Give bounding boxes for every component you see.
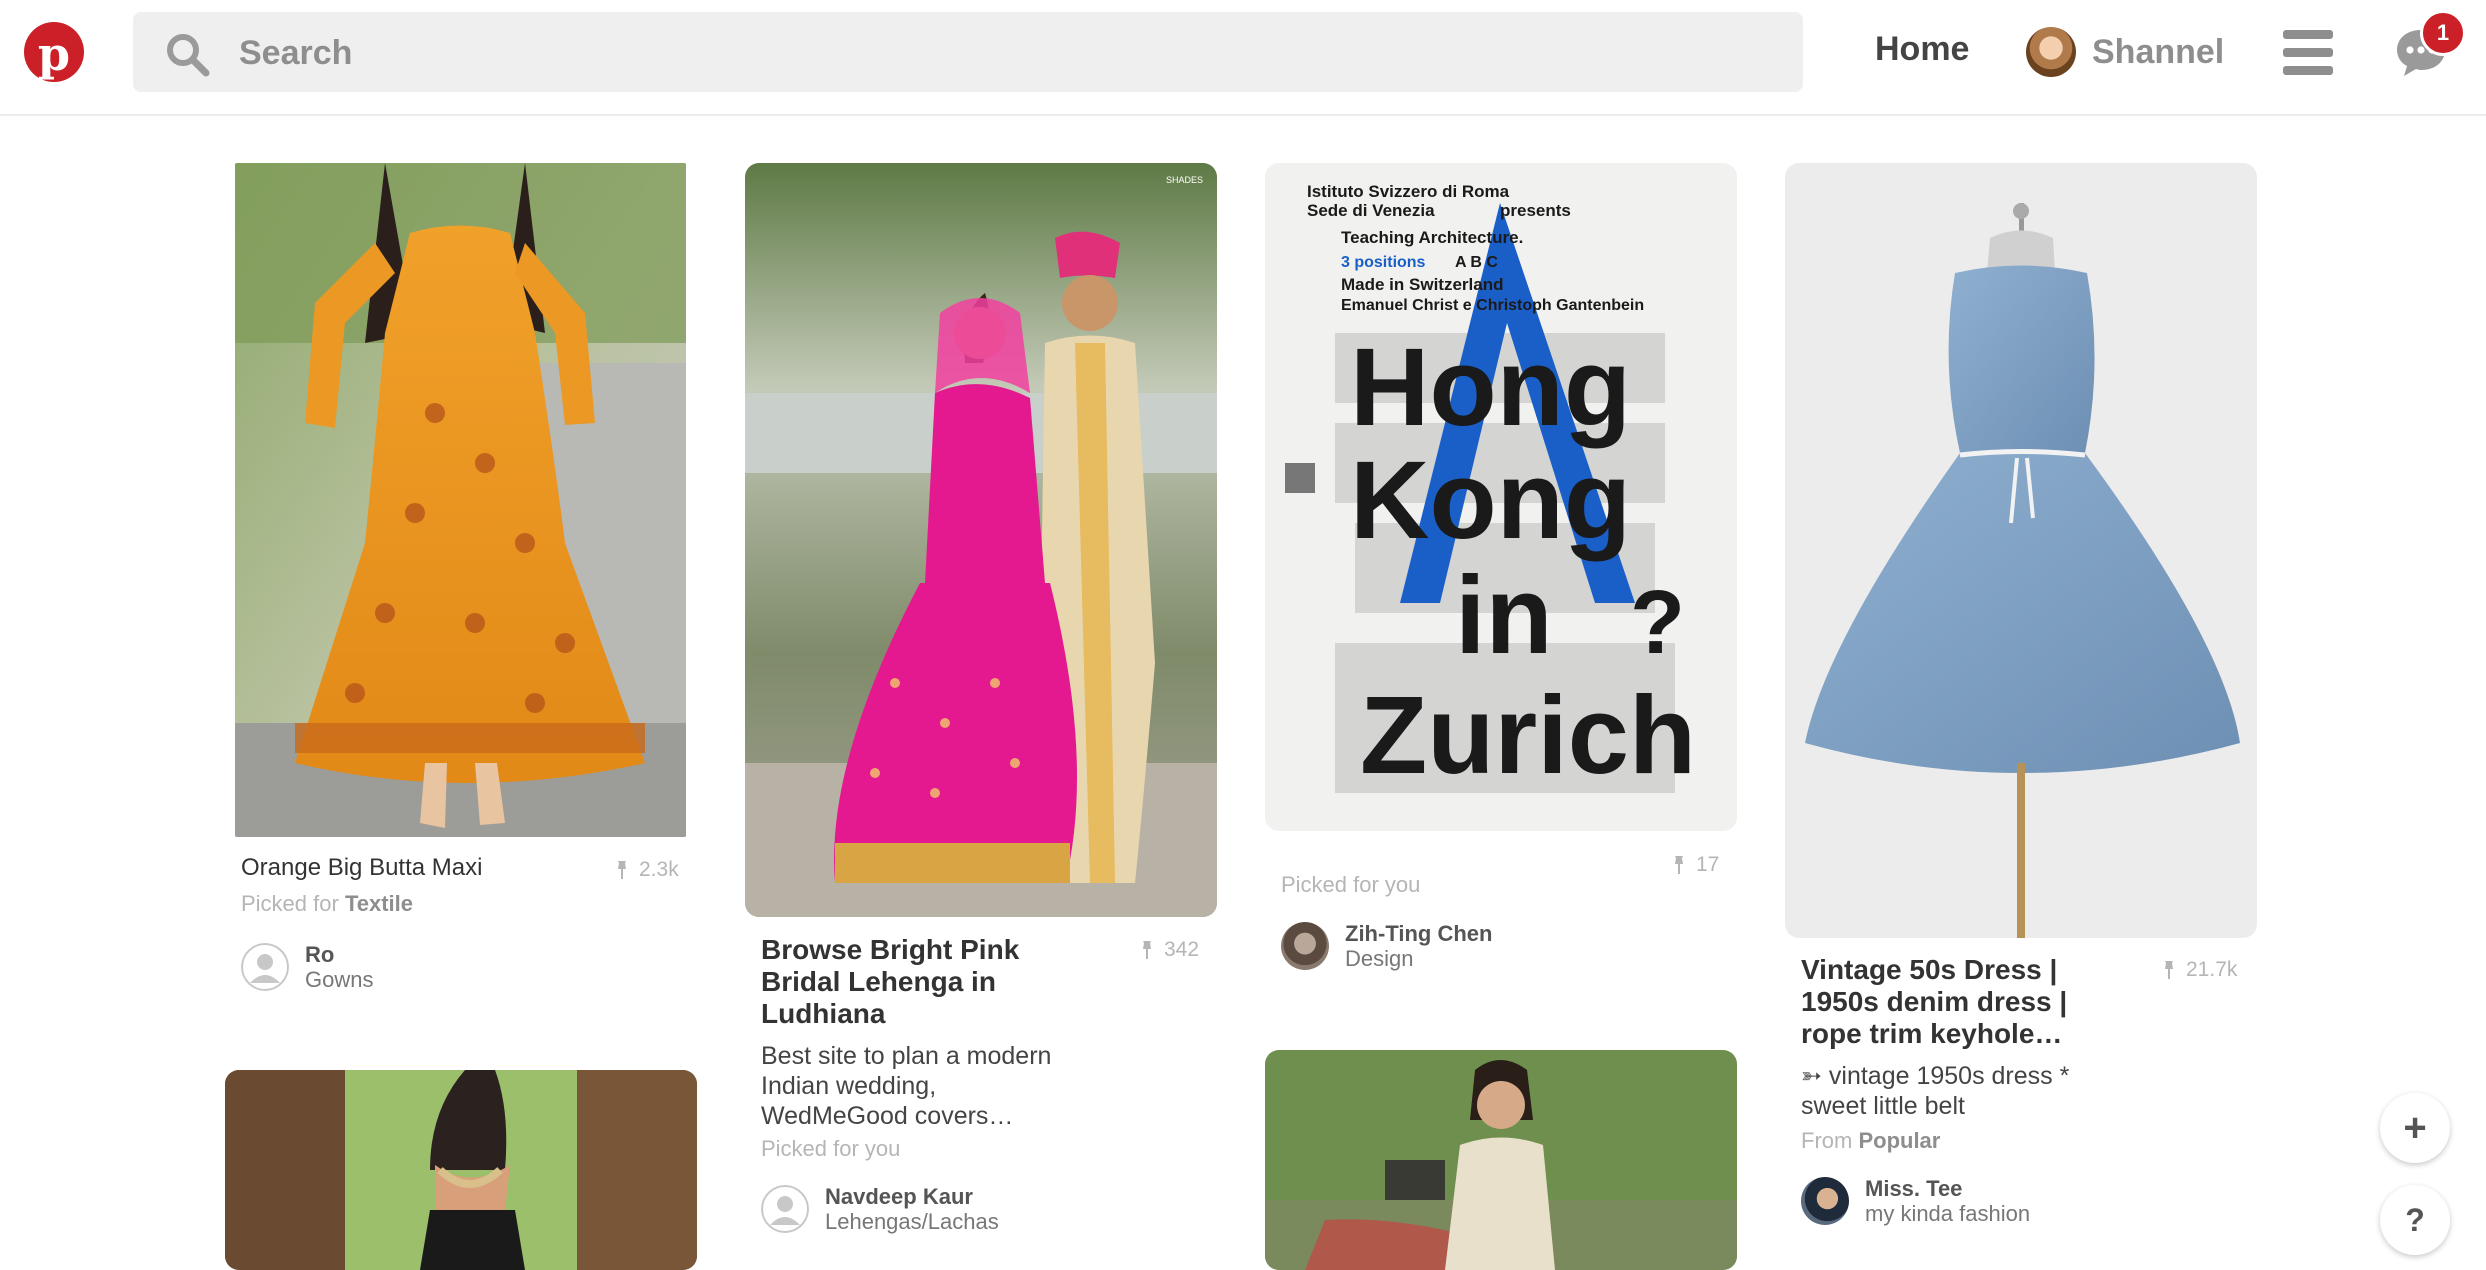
pinner-name: Ro <box>305 942 335 967</box>
poster-line-3: Teaching Architecture. <box>1341 228 1523 247</box>
pinner-board: my kinda fashion <box>1865 1201 2031 1226</box>
pinner-info[interactable]: Navdeep Kaur Lehengas/Lachas <box>761 1184 999 1234</box>
search-icon <box>167 34 210 77</box>
orange-maxi-photo <box>235 163 686 837</box>
poster-word-kong: Kong <box>1350 439 1631 562</box>
pin-image-orange-maxi[interactable] <box>235 163 686 837</box>
search-input[interactable] <box>237 26 1741 80</box>
vintage-denim-dress-photo <box>1785 163 2257 938</box>
poster-line-4b: A B C <box>1455 254 1498 271</box>
help-button[interactable]: ? <box>2380 1185 2450 1255</box>
pin-title[interactable]: Browse Bright Pink Bridal Lehenga in Lud… <box>761 934 1041 1030</box>
hong-kong-zurich-poster: Istituto Svizzero di Roma Sede di Venezi… <box>1265 163 1737 831</box>
pinner-board: Gowns <box>305 967 374 992</box>
profile-name: Shannel <box>2092 32 2225 71</box>
pin-image-vintage-dress[interactable] <box>1785 163 2257 938</box>
pinner-avatar <box>1801 1177 1849 1225</box>
poster-word-in: in <box>1455 554 1553 677</box>
pinner-name: Navdeep Kaur <box>825 1184 973 1209</box>
pushpin-icon <box>618 861 626 879</box>
pinner-board: Lehengas/Lachas <box>825 1209 999 1234</box>
nav-profile-link[interactable]: Shannel <box>2026 24 2224 80</box>
from-board-link[interactable]: Popular <box>1858 1128 1940 1153</box>
repin-count-value: 17 <box>1696 853 1720 876</box>
pinner-name: Zih-Ting Chen <box>1345 921 1493 946</box>
pinterest-logo[interactable]: p <box>24 22 84 82</box>
poster-line-1: Istituto Svizzero di Roma <box>1307 182 1510 201</box>
pin-title[interactable]: Vintage 50s Dress | 1950s denim dress | … <box>1801 954 2091 1050</box>
pinner-info[interactable]: Ro Gowns <box>241 942 373 992</box>
poster-qmark: ? <box>1630 573 1685 673</box>
repin-count: 342 <box>1140 938 1199 962</box>
search-bar[interactable] <box>133 12 1803 92</box>
repin-count: 21.7k <box>2162 958 2237 982</box>
pushpin-icon <box>2165 961 2173 979</box>
poster-word-zurich: Zurich <box>1360 674 1696 797</box>
user-avatar <box>2026 27 2076 77</box>
pushpin-icon <box>1143 941 1151 959</box>
poster-line-5: Made in Switzerland <box>1341 275 1503 294</box>
pin-title[interactable]: Orange Big Butta Maxi <box>241 854 482 882</box>
pushpin-icon <box>1675 856 1683 874</box>
repin-count: 2.3k <box>615 858 679 882</box>
messages-badge: 1 <box>2420 10 2466 56</box>
pinner-name: Miss. Tee <box>1865 1176 1963 1201</box>
default-avatar-icon <box>241 943 289 991</box>
from-prefix: From <box>1801 1128 1853 1153</box>
black-top-photo <box>225 1070 697 1270</box>
photo-watermark: SHADES <box>1166 175 1203 185</box>
default-avatar-icon <box>761 1185 809 1233</box>
cream-outfit-photo <box>1265 1050 1737 1270</box>
picked-for-text: Picked for you <box>1281 872 1421 897</box>
nav-home-link[interactable]: Home <box>1875 30 1969 69</box>
pin-image-black-top[interactable] <box>225 1070 697 1270</box>
poster-line-2b: presents <box>1500 201 1571 220</box>
picked-prefix: Picked for <box>241 891 339 916</box>
repin-count-value: 21.7k <box>2186 958 2238 981</box>
pin-image-pink-lehenga[interactable]: SHADES <box>745 163 1217 917</box>
pinner-avatar <box>1281 922 1329 970</box>
menu-icon[interactable] <box>2283 30 2333 76</box>
poster-line-4: 3 positions <box>1341 254 1426 271</box>
picked-for-text: Picked for Textile <box>241 891 413 917</box>
poster-word-hong: Hong <box>1350 326 1631 449</box>
repin-count-value: 342 <box>1164 938 1200 961</box>
poster-line-6: Emanuel Christ e Christoph Gantenbein <box>1341 297 1644 314</box>
pin-description: Best site to plan a modern Indian weddin… <box>761 1042 1052 1130</box>
bridal-couple-photo: SHADES <box>745 163 1217 917</box>
logo-letter: p <box>37 27 71 81</box>
repin-count: 17 <box>1672 853 1719 877</box>
pin-image-cream-outfit[interactable] <box>1265 1050 1737 1270</box>
poster-line-2: Sede di Venezia <box>1307 201 1435 220</box>
repin-count-value: 2.3k <box>639 858 679 881</box>
picked-for-text: Picked for you <box>761 1136 901 1161</box>
pin-description: ➳ vintage 1950s dress * sweet little bel… <box>1801 1062 2070 1120</box>
from-board-text: From Popular <box>1801 1128 1940 1154</box>
pinner-info[interactable]: Zih-Ting Chen Design <box>1281 921 1492 971</box>
pinner-board: Design <box>1345 946 1414 971</box>
add-pin-button[interactable]: + <box>2380 1093 2450 1163</box>
pin-image-hong-kong-poster[interactable]: Istituto Svizzero di Roma Sede di Venezi… <box>1265 163 1737 831</box>
pinner-info[interactable]: Miss. Tee my kinda fashion <box>1801 1176 2030 1226</box>
top-header: p Home Shannel 1 <box>0 0 2486 116</box>
picked-board-link[interactable]: Textile <box>345 891 413 916</box>
